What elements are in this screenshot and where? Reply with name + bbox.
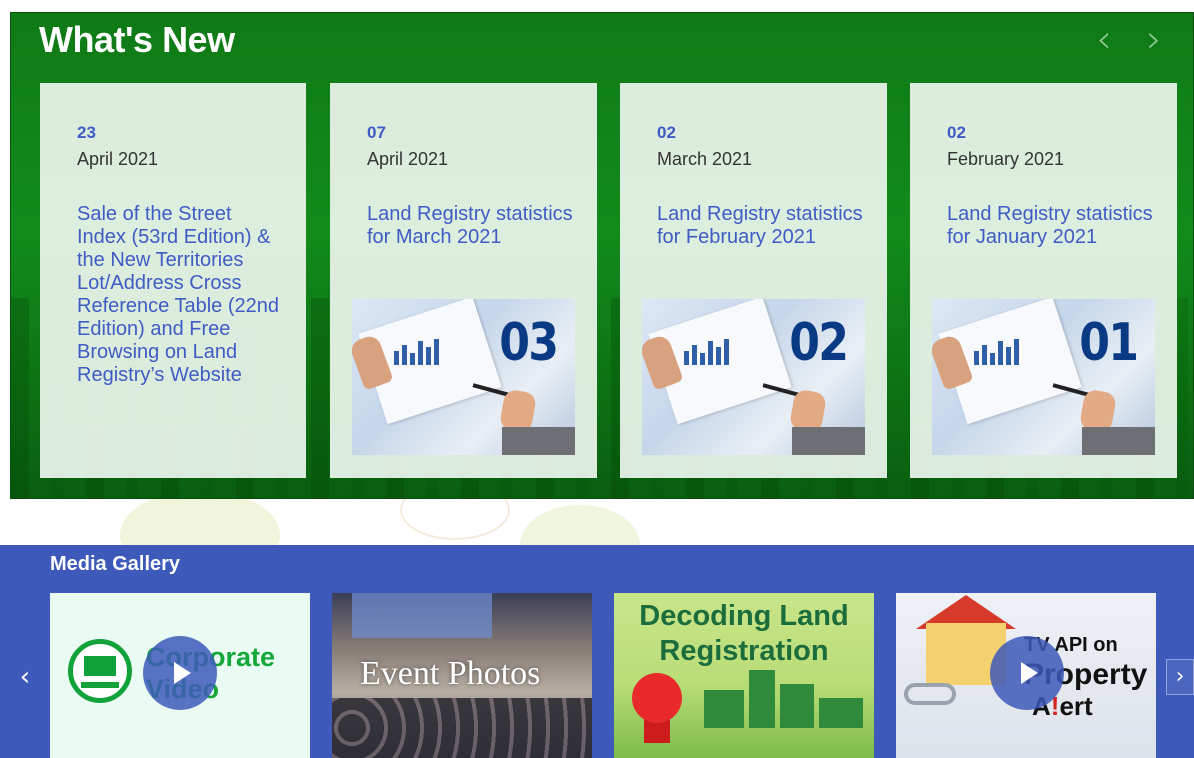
news-card[interactable]: 02 February 2021 Land Registry statistic… (910, 83, 1177, 478)
building-illustration (749, 670, 775, 728)
whats-new-title: What's New (39, 19, 235, 60)
bar-chart-illustration (684, 339, 764, 369)
news-headline-link[interactable]: Sale of the Street Index (53rd Edition) … (77, 203, 284, 387)
tile-label-line: Decoding Land (639, 600, 849, 632)
news-month-year: February 2021 (947, 149, 1065, 169)
news-headline-link[interactable]: Land Registry statistics for February 20… (657, 203, 865, 249)
news-month-year: April 2021 (77, 149, 159, 169)
event-photos-tile[interactable]: Event Photos (332, 593, 592, 758)
media-gallery-title: Media Gallery (50, 553, 181, 575)
keys-icon (904, 683, 956, 705)
news-month-year: March 2021 (657, 149, 753, 169)
bar-chart-illustration (394, 339, 474, 369)
statistics-thumbnail[interactable]: 02 (642, 299, 865, 455)
tile-label: Decoding Land Registration (614, 599, 874, 669)
news-card[interactable]: 02 March 2021 Land Registry statistics f… (620, 83, 887, 478)
building-illustration (704, 690, 744, 728)
news-card[interactable]: 07 April 2021 Land Registry statistics f… (330, 83, 597, 478)
tile-label-fragment: ert (1059, 691, 1093, 721)
decoding-land-registration-tile[interactable]: Decoding Land Registration (614, 593, 874, 758)
news-headline-link[interactable]: Land Registry statistics for January 202… (947, 203, 1155, 249)
tile-label-line: Registration (659, 635, 829, 667)
sleeve-illustration (502, 427, 575, 455)
statistics-number: 01 (1078, 313, 1139, 373)
corporate-video-tile[interactable]: Corporate Video (50, 593, 310, 758)
stage-screen-illustration (352, 593, 492, 638)
tile-label: Event Photos (360, 655, 541, 692)
building-illustration (780, 684, 814, 728)
news-card[interactable]: 23 April 2021 Sale of the Street Index (… (40, 83, 306, 478)
statistics-thumbnail[interactable]: 03 (352, 299, 575, 455)
statistics-number: 03 (498, 313, 559, 373)
news-headline-link[interactable]: Land Registry statistics for March 2021 (367, 203, 575, 249)
land-registry-logo-icon (68, 639, 132, 703)
statistics-number: 02 (788, 313, 849, 373)
news-day: 02 (657, 123, 676, 142)
news-day: 02 (947, 123, 966, 142)
gallery-next-arrow-icon[interactable]: › (1166, 659, 1194, 695)
audience-illustration (332, 698, 592, 758)
whats-new-section: What's New ‹ › 23 April 2021 Sale of the… (10, 12, 1194, 499)
building-illustration (819, 698, 863, 728)
whats-new-next-arrow-icon[interactable]: › (1139, 19, 1169, 63)
news-month-year: April 2021 (367, 149, 449, 169)
media-gallery-section: Media Gallery ‹ Corporate Video Event Ph… (0, 545, 1194, 758)
sleeve-illustration (1082, 427, 1155, 455)
bar-chart-illustration (974, 339, 1054, 369)
property-alert-video-tile[interactable]: TV API on Property A!ert (896, 593, 1156, 758)
seal-mascot-icon (632, 673, 682, 723)
news-day: 07 (367, 123, 386, 142)
whats-new-prev-arrow-icon[interactable]: ‹ (1089, 19, 1119, 63)
news-day: 23 (77, 123, 96, 142)
statistics-thumbnail[interactable]: 01 (932, 299, 1155, 455)
play-icon[interactable] (990, 636, 1064, 710)
sleeve-illustration (792, 427, 865, 455)
gallery-prev-arrow-icon[interactable]: ‹ (10, 659, 40, 695)
play-icon[interactable] (143, 636, 217, 710)
